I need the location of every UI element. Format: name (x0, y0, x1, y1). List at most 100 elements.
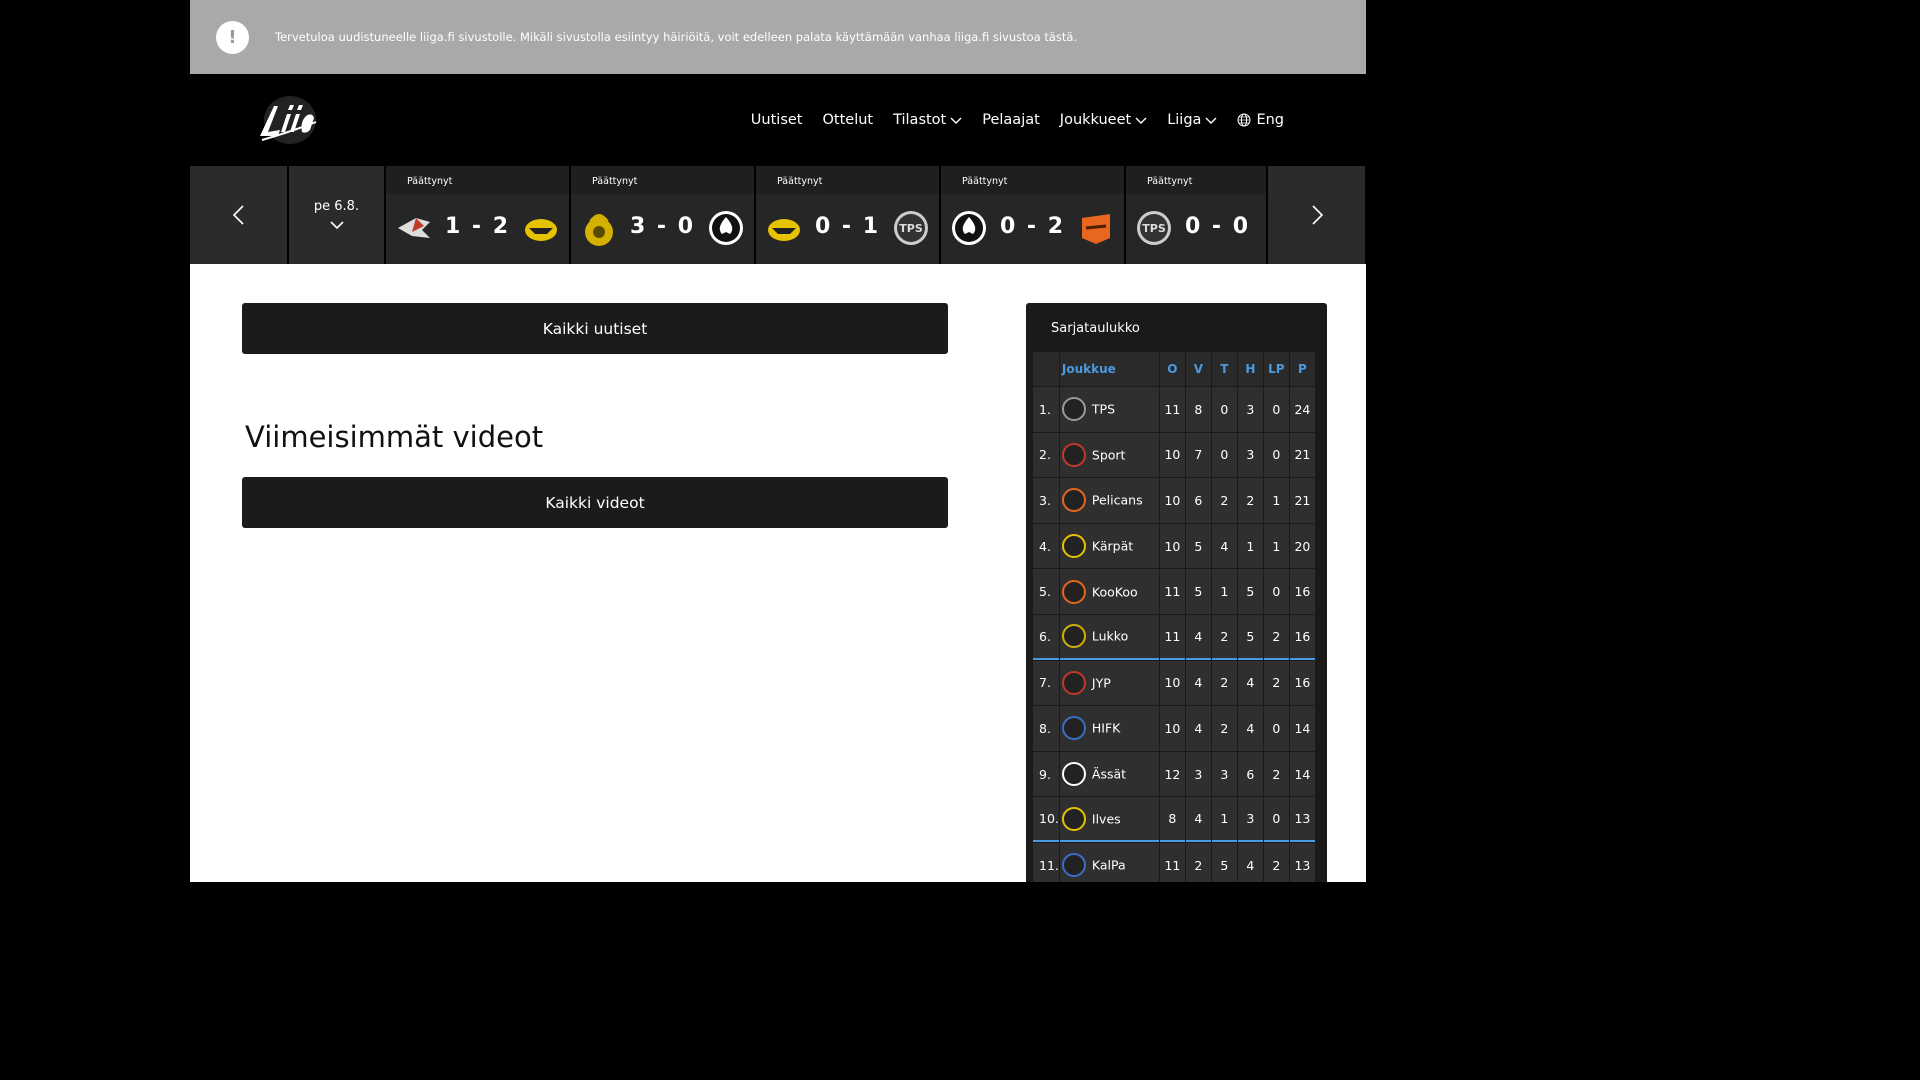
banner-text[interactable]: Tervetuloa uudistuneelle liiga.fi sivust… (275, 30, 1077, 44)
nav-tilastot[interactable]: Tilastot (893, 112, 962, 128)
game-card[interactable]: Päättynyt 3 - 0 (571, 166, 754, 264)
rank-cell: 9. (1033, 751, 1059, 797)
games-cell: 8 (1159, 797, 1185, 842)
points-cell: 16 (1289, 660, 1315, 706)
scores-next-button[interactable] (1268, 166, 1365, 264)
table-row[interactable]: 7. JYP 10 4 2 4 2 16 (1033, 660, 1315, 706)
games-cell: 11 (1159, 842, 1185, 882)
nav-ottelut[interactable]: Ottelut (822, 112, 873, 128)
games-list: Päättynyt 1 - 2 Päättynyt 3 - 0 Päättyny… (384, 166, 1266, 264)
table-row[interactable]: 10. Ilves 8 4 1 3 0 13 (1033, 797, 1315, 842)
table-row[interactable]: 5. KooKoo 11 5 1 5 0 16 (1033, 569, 1315, 614)
team-cell[interactable]: Lukko (1059, 614, 1159, 660)
team-name: Lukko (1091, 628, 1129, 644)
table-row[interactable]: 4. Kärpät 10 5 4 1 1 20 (1033, 523, 1315, 569)
wins-cell: 4 (1185, 614, 1211, 660)
col-t[interactable]: T (1211, 352, 1237, 386)
col-team[interactable]: Joukkue (1059, 352, 1159, 386)
team-cell[interactable]: Sport (1059, 432, 1159, 478)
game-card[interactable]: Päättynyt 0 - 2 (941, 166, 1124, 264)
table-row[interactable]: 3. Pelicans 10 6 2 2 1 21 (1033, 478, 1315, 523)
chevron-down-icon (1205, 117, 1217, 124)
team-logo-icon (1061, 670, 1086, 695)
team-cell[interactable]: Kärpät (1059, 523, 1159, 569)
team-cell[interactable]: KooKoo (1059, 569, 1159, 614)
games-cell: 12 (1159, 751, 1185, 797)
team-name: Kärpät (1091, 538, 1134, 554)
standings-table: Joukkue O V T H LP P 1. TPS 11 8 0 3 0 2… (1032, 351, 1316, 882)
table-row[interactable]: 11. KalPa 11 2 5 4 2 13 (1033, 842, 1315, 882)
team-cell[interactable]: Ässät (1059, 751, 1159, 797)
nav-ottelut-label: Ottelut (822, 112, 874, 128)
table-row[interactable]: 6. Lukko 11 4 2 5 2 16 (1033, 614, 1315, 660)
games-cell: 10 (1159, 706, 1185, 751)
team-cell[interactable]: HIFK (1059, 706, 1159, 751)
points-cell: 16 (1289, 614, 1315, 660)
table-row[interactable]: 9. Ässät 12 3 3 6 2 14 (1033, 751, 1315, 797)
col-o[interactable]: O (1159, 352, 1185, 386)
ties-cell: 3 (1211, 751, 1237, 797)
losses-cell: 3 (1237, 387, 1263, 432)
nav-liiga-label: Liiga (1167, 112, 1202, 128)
losses-cell: 2 (1237, 478, 1263, 523)
rank-cell: 3. (1033, 478, 1059, 523)
team-cell[interactable]: JYP (1059, 660, 1159, 706)
team-cell[interactable]: Ilves (1059, 797, 1159, 842)
losses-cell: 1 (1237, 523, 1263, 569)
chevron-right-icon (1311, 205, 1323, 225)
chevron-down-icon (950, 117, 962, 124)
scores-prev-button[interactable] (190, 166, 287, 264)
liiga-logo[interactable] (254, 92, 320, 148)
game-score: 0 - 0 (1184, 214, 1251, 239)
all-videos-button[interactable]: Kaikki videot (242, 477, 948, 528)
games-cell: 10 (1159, 432, 1185, 478)
karpat-logo-icon (525, 219, 557, 241)
team-logo-icon (1061, 442, 1086, 467)
col-lp[interactable]: LP (1263, 352, 1289, 386)
points-cell: 14 (1289, 706, 1315, 751)
team-cell[interactable]: KalPa (1059, 842, 1159, 882)
game-card[interactable]: Päättynyt TPS 0 - 0 (1126, 166, 1266, 264)
team-cell[interactable]: TPS (1059, 387, 1159, 432)
points-cell: 24 (1289, 387, 1315, 432)
nav-uutiset[interactable]: Uutiset (751, 112, 803, 128)
col-v[interactable]: V (1185, 352, 1211, 386)
chevron-down-icon (1135, 117, 1147, 124)
team-logo-icon (1061, 488, 1086, 513)
ot-cell: 0 (1263, 706, 1289, 751)
all-news-button[interactable]: Kaikki uutiset (242, 303, 948, 354)
nav-pelaajat[interactable]: Pelaajat (982, 112, 1040, 128)
game-card[interactable]: Päättynyt 1 - 2 (386, 166, 569, 264)
points-cell: 13 (1289, 842, 1315, 882)
chevron-left-icon (232, 205, 244, 225)
games-cell: 10 (1159, 478, 1185, 523)
rank-cell: 7. (1033, 660, 1059, 706)
chevron-down-icon (329, 221, 344, 230)
rank-cell: 4. (1033, 523, 1059, 569)
games-cell: 10 (1159, 523, 1185, 569)
games-cell: 11 (1159, 569, 1185, 614)
table-row[interactable]: 8. HIFK 10 4 2 4 0 14 (1033, 706, 1315, 751)
col-h[interactable]: H (1237, 352, 1263, 386)
wins-cell: 6 (1185, 478, 1211, 523)
wins-cell: 2 (1185, 842, 1211, 882)
game-card[interactable]: Päättynyt 0 - 1 TPS (756, 166, 939, 264)
team-logo-icon (1061, 762, 1086, 787)
nav-joukkueet-label: Joukkueet (1059, 112, 1132, 128)
table-row[interactable]: 1. TPS 11 8 0 3 0 24 (1033, 387, 1315, 432)
date-selector[interactable]: pe 6.8. (289, 166, 384, 264)
game-status: Päättynyt (1147, 176, 1193, 187)
wins-cell: 4 (1185, 706, 1211, 751)
tps-logo-icon: TPS (894, 211, 928, 245)
ot-cell: 0 (1263, 569, 1289, 614)
wins-cell: 8 (1185, 387, 1211, 432)
table-row[interactable]: 2. Sport 10 7 0 3 0 21 (1033, 432, 1315, 478)
ot-cell: 1 (1263, 523, 1289, 569)
col-p[interactable]: P (1289, 352, 1315, 386)
wins-cell: 4 (1185, 797, 1211, 842)
team-cell[interactable]: Pelicans (1059, 478, 1159, 523)
language-switch[interactable]: Eng (1237, 112, 1284, 128)
team-name: TPS (1091, 401, 1115, 417)
nav-joukkueet[interactable]: Joukkueet (1060, 112, 1147, 128)
nav-liiga[interactable]: Liiga (1167, 112, 1217, 128)
